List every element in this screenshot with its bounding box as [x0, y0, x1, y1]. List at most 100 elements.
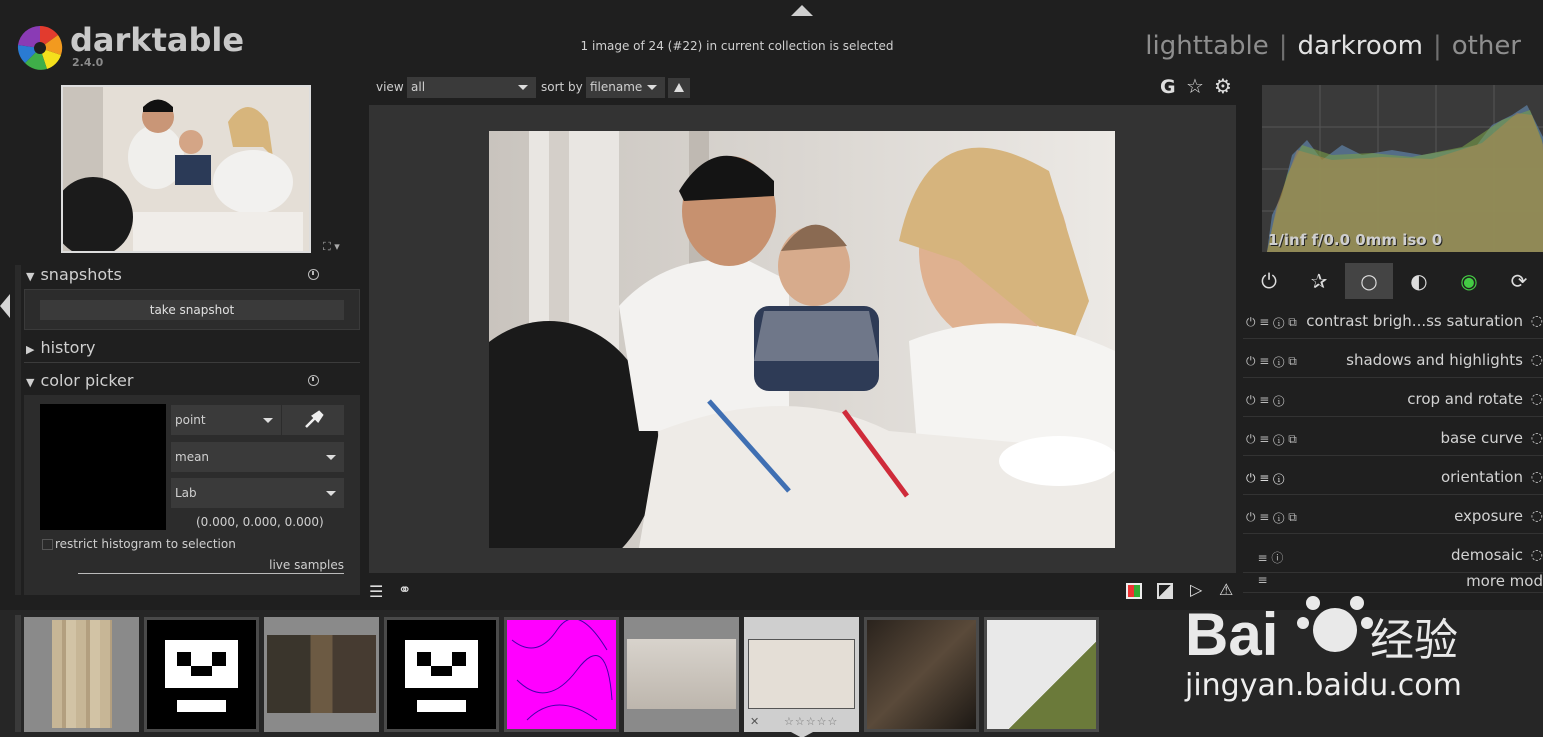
- chevron-down-icon: [326, 491, 336, 496]
- restrict-histogram-label: restrict histogram to selection: [55, 537, 236, 551]
- main-image[interactable]: [489, 131, 1115, 548]
- module-controls-icon[interactable]: ⏻ ≡ ⓘ: [1246, 471, 1284, 486]
- thumb-image: [267, 635, 376, 713]
- basic-group-circle-icon[interactable]: ○: [1345, 263, 1393, 299]
- view-darkroom[interactable]: darkroom: [1298, 31, 1423, 61]
- snapshots-header[interactable]: ▼ snapshots: [26, 265, 122, 284]
- darktable-window: { "app": {"name": "darktable", "version"…: [0, 0, 1543, 737]
- picker-stat-select[interactable]: mean: [171, 442, 344, 472]
- module-name: base curve: [1440, 429, 1523, 447]
- module-orientation[interactable]: ⏻ ≡ ⓘ orientation ◌: [1243, 459, 1543, 495]
- power-icon[interactable]: ◌: [1531, 391, 1543, 407]
- gear-icon[interactable]: ⚙: [1214, 74, 1232, 98]
- module-name: crop and rotate: [1407, 390, 1523, 408]
- filmstrip-scrollbar[interactable]: [15, 615, 21, 732]
- view-separator: |: [1278, 31, 1288, 61]
- module-controls-icon[interactable]: ≡ ⓘ: [1246, 549, 1283, 566]
- color-picker-reset-icon[interactable]: [308, 375, 319, 386]
- menu-icon[interactable]: ☰: [369, 582, 383, 601]
- take-snapshot-button[interactable]: take snapshot: [40, 300, 344, 320]
- module-name: contrast brigh...ss saturation: [1306, 312, 1523, 330]
- picker-colorspace-select[interactable]: Lab: [171, 478, 344, 508]
- filmstrip-thumbnail[interactable]: [144, 617, 259, 732]
- filmstrip-thumbnail[interactable]: [864, 617, 979, 732]
- color-assessment-icon[interactable]: [1126, 583, 1142, 599]
- filmstrip-thumbnail[interactable]: [984, 617, 1099, 732]
- filmstrip-thumbnail-selected[interactable]: ✕ ☆☆☆☆☆: [744, 617, 859, 732]
- top-panel-toggle-icon[interactable]: [791, 5, 813, 16]
- module-controls-icon[interactable]: ⏻ ≡ ⓘ ⧉: [1246, 510, 1297, 525]
- power-icon[interactable]: ⏻: [1245, 263, 1293, 299]
- color-group-icon[interactable]: ◉: [1445, 263, 1493, 299]
- picker-stat-value: mean: [175, 450, 210, 464]
- module-contrast[interactable]: ⏻ ≡ ⓘ ⧉ contrast brigh...ss saturation ◌: [1243, 303, 1543, 339]
- picked-values: (0.000, 0.000, 0.000): [196, 515, 324, 529]
- power-icon[interactable]: ◌: [1531, 469, 1543, 485]
- reject-icon[interactable]: ✕: [750, 715, 759, 728]
- history-header[interactable]: ▶ history: [26, 338, 96, 357]
- module-base-curve[interactable]: ⏻ ≡ ⓘ ⧉ base curve ◌: [1243, 420, 1543, 456]
- power-icon[interactable]: ◌: [1531, 508, 1543, 524]
- view-lighttable[interactable]: lighttable: [1145, 31, 1268, 61]
- divider: [24, 362, 360, 363]
- module-name: orientation: [1440, 468, 1523, 486]
- display-options-icon[interactable]: ⛶ ▾: [323, 240, 340, 254]
- thumb-image: [147, 620, 256, 729]
- power-icon[interactable]: ◌: [1531, 430, 1543, 446]
- filmstrip-thumbnail[interactable]: [24, 617, 139, 732]
- filmstrip-thumbnail[interactable]: [384, 617, 499, 732]
- eyedropper-icon: [305, 410, 324, 428]
- left-panel-scrollbar[interactable]: [15, 265, 21, 595]
- module-controls-icon[interactable]: ⏻ ≡ ⓘ: [1246, 393, 1284, 408]
- filmstrip-thumbnail[interactable]: [264, 617, 379, 732]
- module-groups-bar: ⏻ ✰ ○ ◐ ◉ ⟳: [1245, 263, 1543, 301]
- module-crop-rotate[interactable]: ⏻ ≡ ⓘ crop and rotate ◌: [1243, 381, 1543, 417]
- module-controls-icon[interactable]: ⏻ ≡ ⓘ ⧉: [1246, 354, 1297, 369]
- overexposed-icon[interactable]: [1157, 583, 1173, 599]
- favorites-star-icon[interactable]: ✰: [1295, 263, 1343, 299]
- correct-group-rotate-icon[interactable]: ⟳: [1495, 263, 1543, 299]
- sort-value: filename: [590, 80, 643, 94]
- snapshots-reset-icon[interactable]: [308, 269, 319, 280]
- view-filter-select[interactable]: all: [407, 77, 536, 98]
- view-separator: |: [1432, 31, 1442, 61]
- snapshots-title: snapshots: [40, 265, 122, 284]
- restrict-histogram-checkbox[interactable]: [42, 539, 53, 550]
- styles-icon[interactable]: ⚭: [398, 580, 411, 599]
- thumb-image: [52, 620, 112, 728]
- color-picker-header[interactable]: ▼ color picker: [26, 371, 133, 390]
- navigation-preview[interactable]: [61, 85, 311, 253]
- module-exposure[interactable]: ⏻ ≡ ⓘ ⧉ exposure ◌: [1243, 498, 1543, 534]
- left-panel-toggle-icon[interactable]: [0, 294, 10, 318]
- module-controls-icon[interactable]: ⏻ ≡ ⓘ ⧉: [1246, 432, 1297, 447]
- history-title: history: [40, 338, 96, 357]
- app-version: 2.4.0: [72, 56, 104, 69]
- module-shadows-highlights[interactable]: ⏻ ≡ ⓘ ⧉ shadows and highlights ◌: [1243, 342, 1543, 378]
- grouping-icon[interactable]: G: [1160, 76, 1176, 98]
- thumb-image: [507, 620, 616, 729]
- filmstrip-thumbnail[interactable]: [624, 617, 739, 732]
- bottom-panel-toggle-icon[interactable]: [791, 732, 813, 737]
- tone-group-sphere-icon[interactable]: ◐: [1395, 263, 1443, 299]
- histogram[interactable]: [1262, 85, 1543, 252]
- view-other[interactable]: other: [1452, 31, 1521, 61]
- color-picker-button[interactable]: [282, 405, 344, 435]
- power-icon[interactable]: ◌: [1531, 352, 1543, 368]
- histogram-graph: [1262, 85, 1543, 252]
- live-samples-section[interactable]: live samples: [78, 558, 344, 574]
- power-icon[interactable]: ◌: [1531, 313, 1543, 329]
- sort-select[interactable]: filename: [586, 77, 665, 98]
- view-filter-value: all: [411, 80, 426, 94]
- thumb-image: [748, 639, 855, 709]
- rating-stars[interactable]: ☆☆☆☆☆: [784, 715, 838, 728]
- power-icon[interactable]: ◌: [1531, 547, 1543, 563]
- module-controls-icon[interactable]: ⏻ ≡ ⓘ ⧉: [1246, 315, 1297, 330]
- thumb-image: [987, 620, 1096, 729]
- exif-info: 1/inf f/0.0 0mm iso 0: [1268, 231, 1443, 249]
- picker-mode-select[interactable]: point: [171, 405, 281, 435]
- thumb-image: [867, 620, 976, 729]
- picker-mode-value: point: [175, 413, 206, 427]
- filmstrip-thumbnail[interactable]: [504, 617, 619, 732]
- star-icon[interactable]: ☆: [1186, 74, 1204, 98]
- sort-order-button[interactable]: [668, 78, 690, 98]
